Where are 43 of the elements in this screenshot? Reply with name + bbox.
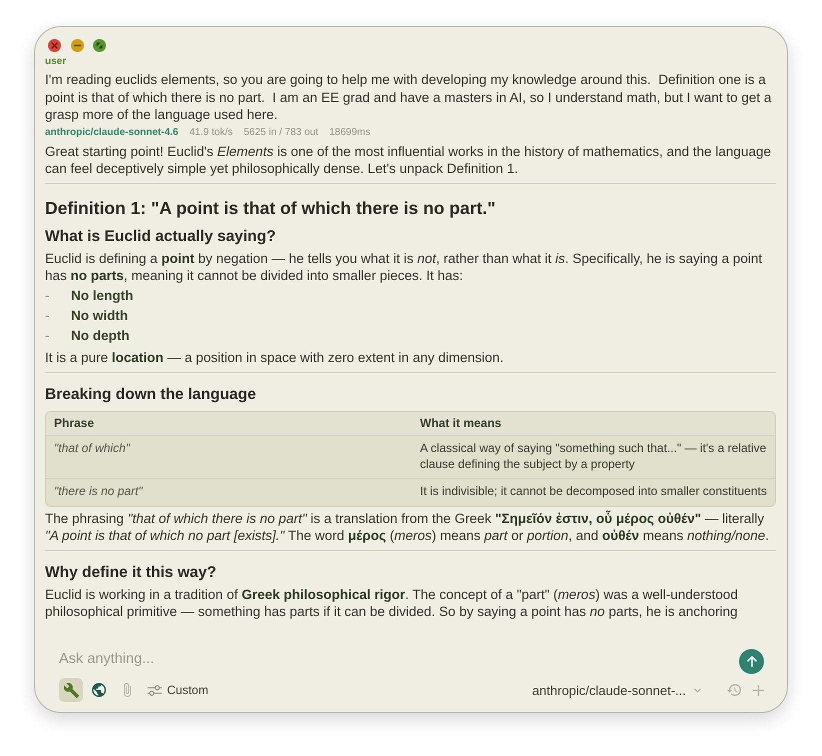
send-button[interactable] [739, 649, 764, 674]
tools-button[interactable] [59, 678, 83, 702]
table-header-cell-text: What it means [419, 414, 502, 432]
paperclip-icon [124, 683, 130, 697]
section-heading: What is Euclid actually saying? [45, 226, 277, 246]
token-speed: 41.9 tok/s [189, 126, 233, 140]
wrench-icon [64, 682, 78, 698]
section-heading: Why define it this way? [45, 562, 218, 582]
list-item: No depth [71, 328, 130, 343]
list-bullet: - [45, 288, 50, 303]
heading: Definition 1: "A point is that of which there is no part." [45, 196, 497, 218]
user-message: I'm reading euclids elements, so you are going to help me with developing my knowledge around this. Definition one is a point is that of which there is no part. I am an EE grad and have a masters in AI, so I understand math, but I want to get a grasp more of the language used here. [45, 71, 772, 124]
paragraph: Euclid is defining a point by negation — he tells you what it is not, rather than what it is. Specifically, he is saying a point has no parts, meaning it cannot be divided into smaller pieces. It has: [45, 250, 764, 284]
table-cell-text: It is indivisible; it cannot be decomposed into smaller constituents [419, 483, 768, 500]
list-bullet: - [45, 308, 50, 323]
table-cell-text: "there is no part" [53, 483, 144, 500]
paragraph: The phrasing "that of which there is no part" is a translation from the Greek "Σημεῖόν ἐστιν, οὗ μέρος οὐθέν" — literally "A point is that of which no part [exists]." The word μέρος (meros) means part or portion, and οὐθέν means nothing/none. [45, 510, 770, 544]
plus-icon [753, 684, 764, 696]
chevron-down-icon [694, 688, 701, 692]
table-header-cell-text: Phrase [53, 414, 96, 432]
list-bullet: - [45, 328, 50, 343]
table-cell-text: "that of which" [53, 440, 132, 457]
model-name: anthropic/claude-sonnet-4.6 [45, 126, 178, 140]
response-time: 18699ms [329, 126, 370, 140]
paragraph: It is a pure location — a position in space with zero extent in any dimension. [45, 348, 504, 366]
paragraph: Euclid is working in a tradition of Greek philosophical rigor. The concept of a "part" (meros) was a well-understood philosophical primitive — something has parts if it can be divided. So by saying a point has no parts, he is anchoring [45, 586, 739, 620]
history-icon [727, 684, 741, 696]
model-selector[interactable]: anthropic/claude-sonnet-... [532, 682, 701, 698]
close-button[interactable] [48, 39, 61, 52]
section-heading: Breaking down the language [45, 384, 257, 404]
list-item: No length [71, 288, 134, 303]
globe-icon [92, 683, 106, 697]
paragraph: Great starting point! Euclid's Elements is one of the most influential works in the history of mathematics, and the language can feel deceptively simple yet philosophically dense. Let's unpack Definition 1. [45, 142, 772, 176]
table-cell-text: A classical way of saying "something such that..." — it's a relative clause defining the subject by a property [419, 440, 768, 472]
message-input[interactable]: Ask anything... [59, 644, 731, 672]
token-count: 5625 in / 783 out [244, 126, 318, 140]
mode-button[interactable]: Custom [145, 683, 210, 697]
role-label: user [45, 56, 66, 68]
list-item: No width [71, 308, 128, 323]
sliders-icon [147, 684, 162, 696]
fullscreen-button[interactable] [93, 39, 106, 52]
arrow-up-icon [746, 656, 756, 667]
minimize-button[interactable] [70, 39, 84, 52]
